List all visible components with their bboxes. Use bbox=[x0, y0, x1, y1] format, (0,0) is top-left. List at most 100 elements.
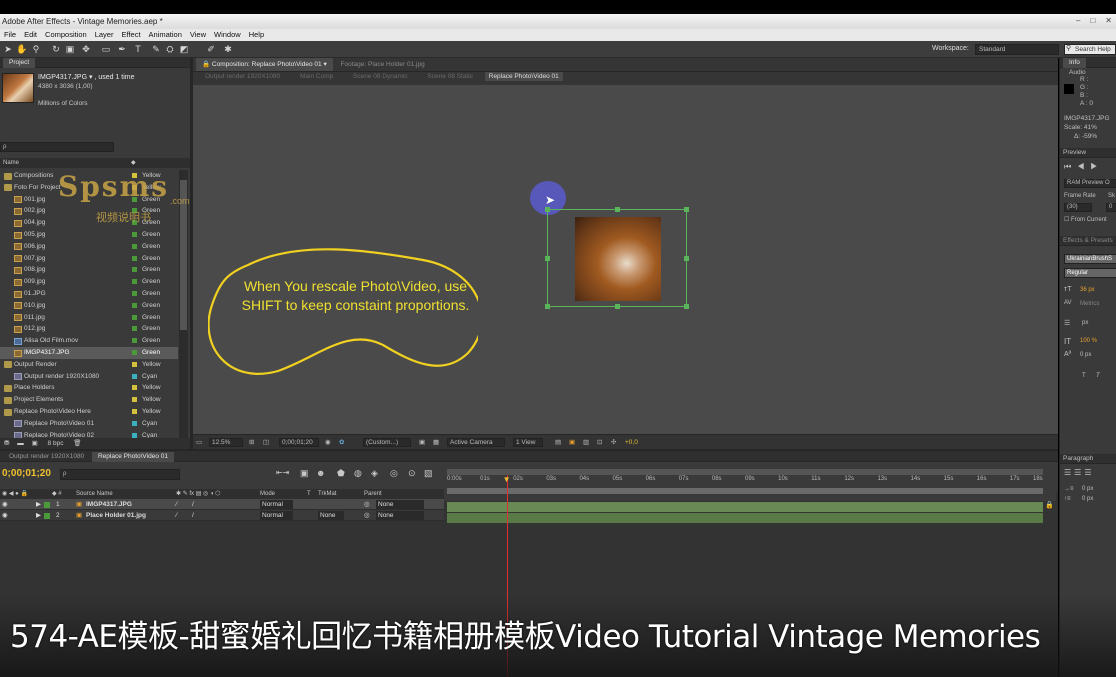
label-color-swatch[interactable] bbox=[132, 302, 137, 308]
roi-icon[interactable]: ▣ bbox=[419, 435, 425, 450]
project-item[interactable]: 006.jpg Green bbox=[0, 241, 178, 253]
project-item[interactable]: Replace Photo\Video 02 Cyan bbox=[0, 430, 178, 438]
timeline-icon[interactable]: ▥ bbox=[583, 435, 589, 450]
blend-mode-select[interactable]: Normal bbox=[260, 500, 293, 509]
align-right-icon[interactable]: ☰ bbox=[1084, 468, 1094, 477]
column-t[interactable]: T bbox=[307, 489, 311, 499]
photo-layer-image[interactable] bbox=[575, 217, 661, 301]
hand-tool-icon[interactable]: ✋ bbox=[16, 43, 28, 55]
comp-mini-flowchart-icon[interactable]: ⇤⇥ bbox=[276, 468, 289, 477]
layer-search-input[interactable]: ρ bbox=[60, 469, 180, 480]
column-source-name[interactable]: Source Name bbox=[76, 489, 113, 499]
skip-field[interactable]: 0 bbox=[1106, 203, 1116, 212]
label-color-swatch[interactable] bbox=[132, 243, 137, 249]
snapshot-icon[interactable]: ◉ bbox=[325, 435, 331, 450]
breadcrumb-scene-dynamic[interactable]: Scene 08 Dynamic bbox=[353, 73, 408, 80]
eraser-tool-icon[interactable]: ◩ bbox=[178, 43, 190, 55]
handle-top-right[interactable] bbox=[684, 207, 689, 212]
tab-replace-photo[interactable]: Replace Photo\Video 01 bbox=[91, 452, 174, 462]
bpc-toggle[interactable]: 8 bpc bbox=[48, 440, 64, 447]
pan-behind-tool-icon[interactable]: ✥ bbox=[80, 43, 92, 55]
label-color-swatch[interactable] bbox=[132, 326, 137, 332]
label-color-swatch[interactable] bbox=[132, 338, 137, 344]
puppet-tool-icon[interactable]: ✱ bbox=[222, 43, 234, 55]
flowchart-icon[interactable]: ⊡ bbox=[597, 435, 602, 450]
channel-icon[interactable]: ✿ bbox=[339, 435, 344, 450]
tab-composition[interactable]: 🔒 Composition: Replace Photo\Video 01 ▾ bbox=[196, 58, 333, 71]
project-item[interactable]: 009.jpg Green bbox=[0, 276, 178, 288]
frame-blending-icon[interactable]: ⬟ bbox=[337, 468, 345, 479]
close-button[interactable]: ✕ bbox=[1105, 16, 1112, 26]
label-color-swatch[interactable] bbox=[132, 373, 137, 379]
shy-switch-icon[interactable]: ⁄ bbox=[176, 499, 177, 510]
time-ruler[interactable]: 0:00s 01s 02s 03s 04s 05s 06s 07s 08s 09s 10s 11s 12… bbox=[447, 476, 1043, 486]
motion-blur-icon[interactable]: ◍ bbox=[354, 468, 362, 479]
label-column-icon[interactable]: ◆ bbox=[131, 158, 136, 168]
menu-animation[interactable]: Animation bbox=[145, 29, 186, 41]
current-timecode[interactable]: 0;00;01;20 bbox=[2, 468, 51, 479]
maximize-button[interactable]: □ bbox=[1090, 16, 1095, 26]
resolution-select[interactable]: (Custom...) bbox=[363, 438, 411, 447]
lock-icon[interactable]: 🔒 bbox=[1045, 501, 1055, 509]
label-color-swatch[interactable] bbox=[132, 314, 137, 320]
label-color-swatch[interactable] bbox=[44, 512, 50, 519]
from-current-checkbox[interactable]: ☐ From Current bbox=[1064, 216, 1107, 223]
parent-select[interactable]: None bbox=[376, 500, 424, 509]
baseline-shift-value[interactable]: 0 px bbox=[1080, 352, 1091, 358]
composition-viewer[interactable]: When You rescale Photo\Video, use SHIFT … bbox=[193, 85, 1058, 434]
parent-pickwhip-icon[interactable]: ◎ bbox=[364, 499, 370, 510]
clone-stamp-tool-icon[interactable]: ⛭ bbox=[164, 43, 176, 55]
faux-italic-button[interactable]: T bbox=[1096, 373, 1100, 379]
interpret-footage-icon[interactable]: ⛃ bbox=[4, 440, 9, 447]
tab-project[interactable]: Project bbox=[3, 58, 36, 68]
kerning-value[interactable]: Metrics bbox=[1080, 301, 1099, 307]
font-style-select[interactable]: Regular bbox=[1064, 268, 1116, 278]
menu-edit[interactable]: Edit bbox=[20, 29, 41, 41]
selection-tool-icon[interactable]: ➤ bbox=[2, 43, 14, 55]
handle-bottom-right[interactable] bbox=[684, 304, 689, 309]
faux-bold-button[interactable]: T bbox=[1082, 373, 1086, 379]
project-item[interactable]: Alisa Old Film.mov Green bbox=[0, 335, 178, 347]
project-item[interactable]: Replace Photo\Video 01 Cyan bbox=[0, 418, 178, 430]
tab-info[interactable]: Info bbox=[1063, 58, 1086, 68]
handle-left[interactable] bbox=[545, 256, 550, 261]
trkmat-select[interactable]: None bbox=[318, 511, 344, 520]
label-color-swatch[interactable] bbox=[44, 501, 50, 508]
label-color-swatch[interactable] bbox=[132, 361, 137, 367]
hide-shy-layers-icon[interactable]: ☻ bbox=[316, 468, 325, 478]
font-size-value[interactable]: 36 px bbox=[1080, 287, 1095, 293]
project-item[interactable]: 007.jpg Green bbox=[0, 253, 178, 265]
blend-mode-select[interactable]: Normal bbox=[260, 511, 293, 520]
project-item[interactable]: Output Render Yellow bbox=[0, 359, 178, 371]
time-ruler-area[interactable]: 0:00s 01s 02s 03s 04s 05s 06s 07s 08s 09s 10s 11s 12… bbox=[444, 466, 1056, 501]
time-navigator[interactable] bbox=[447, 488, 1043, 494]
layer-name[interactable]: Place Holder 01.jpg bbox=[86, 510, 146, 521]
breadcrumb-output-render[interactable]: Output render 1920X1080 bbox=[205, 73, 280, 80]
project-item[interactable]: Project Elements Yellow bbox=[0, 394, 178, 406]
play-icon[interactable]: ▶ bbox=[1090, 162, 1103, 171]
quality-switch-icon[interactable]: / bbox=[192, 499, 194, 510]
type-tool-icon[interactable]: T bbox=[132, 43, 144, 55]
pen-tool-icon[interactable]: ✒ bbox=[116, 43, 128, 55]
first-frame-icon[interactable]: ⏮ bbox=[1064, 162, 1077, 171]
timeline-layer-row[interactable]: ◉ ▶ 1 ▣ IMGP4317.JPG ⁄ / Normal ◎ None bbox=[0, 499, 444, 510]
minimize-button[interactable]: – bbox=[1076, 16, 1080, 26]
space-before-value[interactable]: 0 px bbox=[1082, 496, 1093, 502]
exposure-reset-icon[interactable]: ✣ bbox=[611, 435, 616, 450]
project-item[interactable]: 012.jpg Green bbox=[0, 323, 178, 335]
column-name[interactable]: Name bbox=[3, 160, 19, 166]
shy-switch-icon[interactable]: ⁄ bbox=[176, 510, 177, 521]
label-color-swatch[interactable] bbox=[132, 385, 137, 391]
align-left-icon[interactable]: ☰ bbox=[1064, 468, 1074, 477]
project-item[interactable]: 011.jpg Green bbox=[0, 312, 178, 324]
column-mode[interactable]: Mode bbox=[260, 489, 275, 499]
handle-right[interactable] bbox=[684, 256, 689, 261]
project-item[interactable]: 01.JPG Green bbox=[0, 288, 178, 300]
column-parent[interactable]: Parent bbox=[364, 489, 382, 499]
video-toggle-icon[interactable]: ◉ bbox=[2, 510, 8, 521]
playhead-marker-icon[interactable]: ▼ bbox=[503, 475, 511, 484]
handle-bottom[interactable] bbox=[615, 304, 620, 309]
label-color-swatch[interactable] bbox=[132, 267, 137, 273]
project-item[interactable]: 008.jpg Green bbox=[0, 264, 178, 276]
region-icon[interactable]: ◫ bbox=[263, 435, 269, 450]
